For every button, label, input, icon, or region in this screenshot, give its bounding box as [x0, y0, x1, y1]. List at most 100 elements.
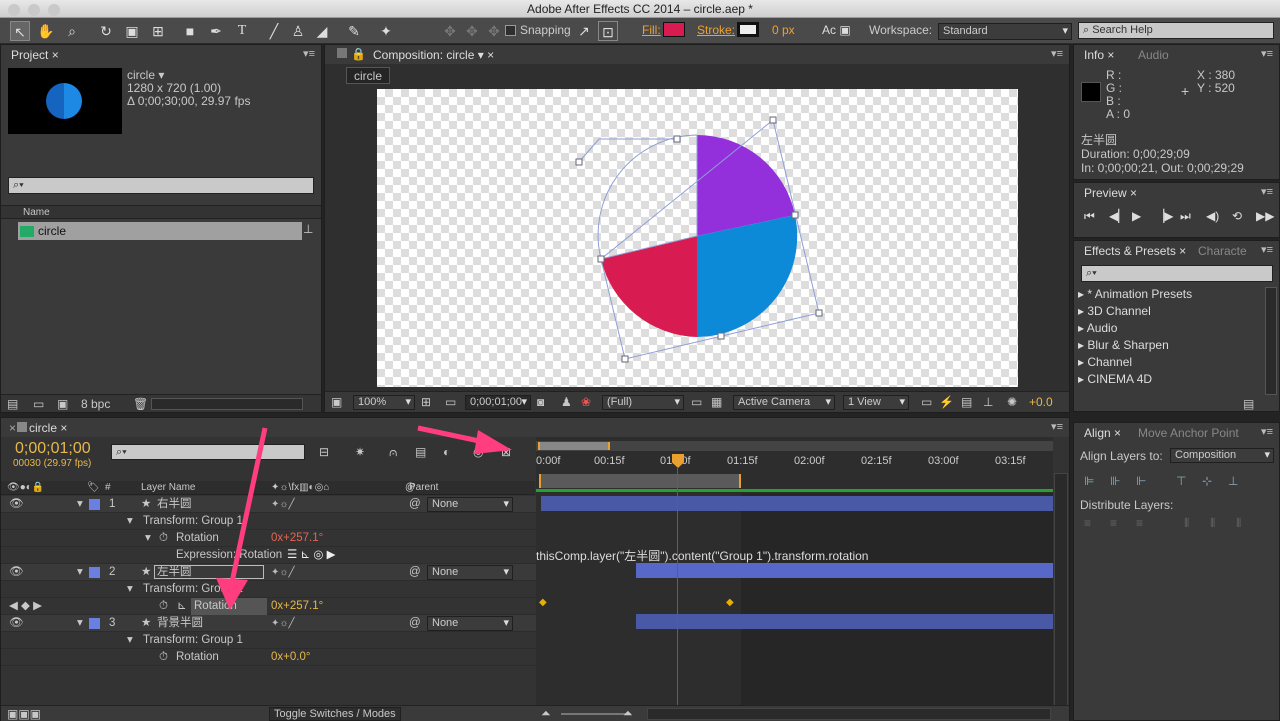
eraser-tool-icon[interactable]: ◢	[312, 21, 332, 41]
property-group-row[interactable]: ▾ Transform: Group 1	[1, 513, 536, 530]
layer-bar[interactable]	[541, 496, 1053, 511]
stopwatch-icon[interactable]: ⏱	[159, 649, 168, 666]
snapping-checkbox[interactable]	[505, 25, 516, 36]
switches-icon[interactable]: ✦☼╱	[271, 496, 295, 513]
close-icon[interactable]: ×	[1130, 186, 1137, 200]
align-to-dropdown[interactable]: Composition	[1170, 448, 1274, 463]
pen-tool-icon[interactable]: ✒	[206, 21, 226, 41]
property-group-row[interactable]: ▾ Transform: Group 1	[1, 581, 536, 598]
close-icon[interactable]: ×	[52, 48, 59, 62]
view-axis-icon[interactable]: ✥	[484, 21, 504, 41]
current-time-field[interactable]: 0;00;01;00	[465, 395, 531, 410]
graph-editor-icon[interactable]: ⊠	[501, 445, 511, 459]
frame-blending-icon[interactable]: ▤	[415, 445, 426, 459]
stroke-label[interactable]: Stroke:	[697, 23, 735, 37]
zoom-slider[interactable]	[561, 713, 631, 715]
switches-header-icon[interactable]: ✦☼\fx▥◐◎⌂	[271, 481, 329, 494]
comp-breadcrumb[interactable]: circle	[346, 67, 391, 84]
align-vertical-center-icon[interactable]: ⊹	[1202, 474, 1216, 488]
parent-dropdown[interactable]: None	[427, 565, 513, 580]
previous-frame-icon[interactable]: ◀▏	[1109, 209, 1127, 223]
panel-menu-icon[interactable]: ▾≡	[303, 47, 315, 60]
panel-menu-icon[interactable]: ▾≡	[1261, 185, 1273, 198]
horizontal-scrollbar[interactable]	[151, 398, 303, 410]
align-top-icon[interactable]: ⊤	[1176, 474, 1190, 488]
new-bin-icon[interactable]: ▤	[1243, 397, 1254, 411]
fill-label[interactable]: Fill:	[642, 23, 661, 37]
search-help-field[interactable]: ⌕ Search Help	[1078, 22, 1274, 39]
layer-row[interactable]: 👁 ▾ 2 ★ 左半圆 ✦☼╱ @ None	[1, 564, 536, 581]
zoom-out-icon[interactable]: ⏶	[541, 706, 551, 721]
lock-icon[interactable]: 🔒	[351, 47, 366, 61]
layer-name[interactable]: 右半圆	[157, 496, 192, 513]
close-icon[interactable]: ×	[1179, 244, 1186, 258]
property-row[interactable]: ⏱ Rotation 0x+0.0°	[1, 649, 536, 666]
graph-icon[interactable]: ⊾	[177, 598, 187, 615]
eye-icon[interactable]: 👁	[9, 496, 24, 513]
keyframe[interactable]: ◆	[539, 597, 547, 608]
snapshot-icon[interactable]: ◙	[537, 395, 544, 409]
ram-preview-icon[interactable]: ▶▶	[1256, 209, 1274, 223]
pickwhip-icon[interactable]: @	[409, 564, 421, 581]
channel-icon[interactable]: ❀	[581, 395, 591, 409]
region-of-interest-icon[interactable]: ▭	[691, 395, 702, 409]
zoom-in-icon[interactable]: ⏶	[623, 706, 633, 721]
twirl-open-icon[interactable]: ▾	[127, 632, 133, 649]
workspace-dropdown[interactable]: Standard	[938, 23, 1072, 40]
layer-name[interactable]: 左半圆	[154, 565, 264, 579]
keyframe[interactable]: ◆	[726, 597, 734, 608]
twirl-open-icon[interactable]: ▾	[145, 530, 151, 547]
close-icon[interactable]: ×	[9, 421, 16, 435]
twirl-open-icon[interactable]: ▾	[127, 581, 133, 598]
expression-row[interactable]: Expression: Rotation ☰ ⊾ ◎ ▶	[1, 547, 536, 564]
label-header-icon[interactable]: 🏷	[87, 481, 100, 494]
audio-icon[interactable]: ◀)	[1206, 209, 1219, 223]
fast-previews-icon[interactable]: ⚡	[939, 395, 954, 409]
effects-item[interactable]: ▸ * Animation Presets	[1078, 286, 1192, 303]
align-left-icon[interactable]: ⊫	[1084, 474, 1098, 488]
tab-info[interactable]: Info ×	[1078, 46, 1120, 64]
time-navigator-range[interactable]	[538, 442, 610, 450]
tab-project[interactable]: Project ×	[5, 46, 65, 64]
parent-header[interactable]: Parent	[409, 481, 438, 494]
column-name[interactable]: Name	[23, 207, 50, 218]
project-search-field[interactable]: ⌕▾	[8, 177, 314, 194]
tab-character[interactable]: Characte	[1192, 242, 1253, 260]
roto-brush-tool-icon[interactable]: ✎	[344, 21, 364, 41]
close-icon[interactable]: ×	[487, 48, 494, 62]
camera-tool-icon[interactable]: ▣	[122, 21, 142, 41]
vertical-scrollbar[interactable]	[1054, 473, 1068, 707]
label-color[interactable]	[89, 567, 100, 578]
align-bottom-icon[interactable]: ⊥	[1228, 474, 1242, 488]
twirl-open-icon[interactable]: ▾	[127, 513, 133, 530]
work-area-bar[interactable]	[539, 474, 741, 488]
clone-stamp-tool-icon[interactable]: ♙	[288, 21, 308, 41]
first-frame-icon[interactable]: ⏮	[1084, 209, 1095, 224]
av-features-header-icon[interactable]: 👁●◐🔒	[7, 481, 44, 494]
flowchart-icon[interactable]: ⊥	[983, 395, 993, 409]
property-value[interactable]: 0x+257.1°	[271, 598, 323, 615]
panel-menu-icon[interactable]: ▾≡	[1261, 425, 1273, 438]
distribute-right-icon[interactable]: ⦀	[1236, 516, 1250, 530]
puppet-pin-tool-icon[interactable]: ✦	[376, 21, 396, 41]
tab-composition[interactable]: Composition: circle ▾ ×	[367, 46, 500, 64]
twirl-open-icon[interactable]: ▾	[77, 564, 83, 581]
label-color[interactable]	[89, 618, 100, 629]
pan-behind-tool-icon[interactable]: ⊞	[148, 21, 168, 41]
label-color[interactable]	[89, 499, 100, 510]
eye-icon[interactable]: 👁	[9, 615, 24, 632]
twirl-open-icon[interactable]: ▾	[77, 496, 83, 513]
distribute-horizontal-center-icon[interactable]: ⦀	[1210, 516, 1224, 530]
align-right-icon[interactable]: ⊩	[1136, 474, 1150, 488]
mask-visibility-icon[interactable]: ▭	[445, 395, 456, 409]
tab-preview[interactable]: Preview ×	[1078, 184, 1143, 202]
last-frame-icon[interactable]: ⏭	[1180, 209, 1191, 224]
horizontal-scrollbar[interactable]	[647, 708, 1051, 720]
safe-margins-icon[interactable]: ⊞	[421, 395, 431, 409]
layer-row[interactable]: 👁 ▾ 1 ★ 右半圆 ✦☼╱ @ None	[1, 496, 536, 513]
effects-item[interactable]: ▸ Audio	[1078, 320, 1117, 337]
snap-target-icon[interactable]: ⊡	[598, 21, 618, 41]
property-row[interactable]: ▾ ⏱ Rotation 0x+257.1°	[1, 530, 536, 547]
toggle-pixel-aspect-icon[interactable]: ▭	[921, 395, 932, 409]
tab-move-anchor-point[interactable]: Move Anchor Point	[1132, 424, 1245, 442]
